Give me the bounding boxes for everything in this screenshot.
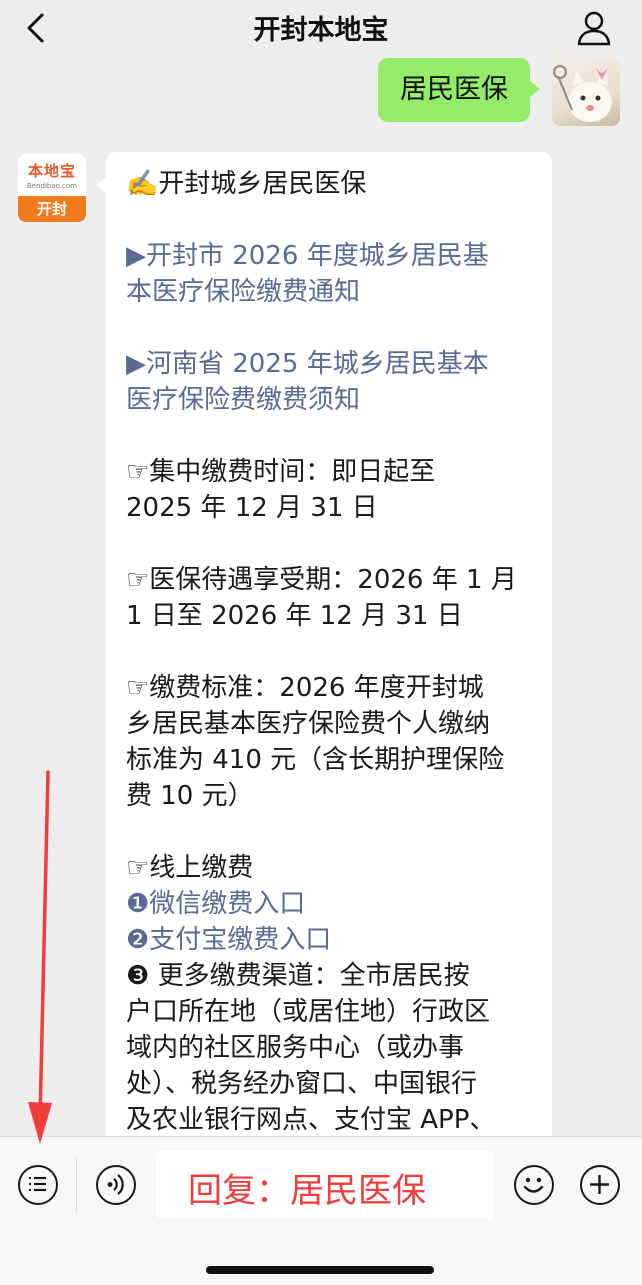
- logo-city-text: 开封: [18, 196, 86, 222]
- message-link-line[interactable]: ▶开封市 2026 年度城乡居民基: [126, 238, 536, 274]
- input-bar: 回复：居民医保: [0, 1136, 642, 1285]
- message-link-line[interactable]: ❷支付宝缴费入口: [126, 922, 536, 958]
- chat-area[interactable]: 居民医保 本地宝 Bendibao.com 开封 ✍️开封城乡居民医保 ▶开封市 …: [0, 56, 642, 1136]
- message-link-line[interactable]: 本医疗保险缴费通知: [126, 274, 536, 310]
- message-text-line: 乡居民基本医疗保险费个人缴纳: [126, 709, 491, 739]
- message-link-line[interactable]: ▶河南省 2025 年城乡居民基本: [126, 346, 536, 382]
- message-text-line: 及农业银行网点、支付宝 APP、: [126, 1105, 496, 1135]
- message-text-line: ☞集中缴费时间：即日起至: [126, 457, 436, 487]
- home-indicator: [206, 1266, 434, 1274]
- cat-avatar-image: [553, 65, 612, 122]
- menu-button[interactable]: [18, 1165, 58, 1205]
- sender-avatar[interactable]: 本地宝 Bendibao.com 开封: [18, 154, 86, 222]
- page-title: 开封本地宝: [253, 15, 389, 46]
- message-text-line: ☞缴费标准：2026 年度开封城: [126, 673, 484, 703]
- logo-brand-text: 本地宝: [27, 162, 76, 180]
- message-text-line: ✍️开封城乡居民医保: [126, 169, 367, 199]
- menu-list-icon: [29, 1176, 46, 1192]
- profile-button[interactable]: [574, 8, 614, 48]
- reply-message-bubble[interactable]: ✍️开封城乡居民医保 ▶开封市 2026 年度城乡居民基 本医疗保险缴费通知 ▶河南省…: [96, 152, 552, 1136]
- message-text-line: 域内的社区服务中心（或办事: [126, 1033, 465, 1063]
- plus-icon: [590, 1175, 609, 1194]
- message-text-line: 2025 年 12 月 31 日: [126, 493, 378, 523]
- reply-hint-text: 回复：居民医保: [188, 1171, 426, 1211]
- my-avatar[interactable]: [552, 58, 620, 126]
- message-text-line: ☞医保待遇享受期：2026 年 1 月: [126, 565, 517, 595]
- message-text-line: ❸ 更多缴费渠道：全市居民按: [126, 961, 470, 991]
- message-link-line[interactable]: 医疗保险费缴费须知: [126, 382, 536, 418]
- nav-bar: 开封本地宝: [0, 0, 642, 56]
- message-text-line: ☞线上缴费: [126, 853, 254, 883]
- message-text-line: 户口所在地（或居住地）行政区: [126, 997, 491, 1027]
- red-annotation-arrow: [28, 770, 52, 1144]
- logo-url-text: Bendibao.com: [26, 182, 77, 190]
- person-icon: [577, 11, 611, 46]
- plus-button[interactable]: [580, 1165, 620, 1205]
- emoji-icon: [523, 1177, 544, 1193]
- input-divider: [76, 1157, 77, 1213]
- reply-message-body: ✍️开封城乡居民医保 ▶开封市 2026 年度城乡居民基 本医疗保险缴费通知 ▶河南省…: [126, 166, 536, 1136]
- message-text-line: 标准为 410 元（含长期护理保险: [126, 745, 505, 775]
- my-message-bubble[interactable]: 居民医保: [378, 58, 540, 122]
- emoji-button[interactable]: [514, 1165, 554, 1205]
- message-text-line: 1 日至 2026 年 12 月 31 日: [126, 601, 463, 631]
- voice-icon: [107, 1174, 124, 1195]
- message-text-line: 处）、税务经办窗口、中国银行: [126, 1069, 478, 1099]
- message-input[interactable]: 回复：居民医保: [156, 1151, 494, 1219]
- voice-button[interactable]: [96, 1165, 136, 1205]
- my-message-text: 居民医保: [400, 74, 508, 105]
- message-link-line[interactable]: ❶微信缴费入口: [126, 886, 536, 922]
- bendibao-logo: 本地宝 Bendibao.com: [18, 154, 86, 196]
- message-text-line: 费 10 元）: [126, 781, 254, 811]
